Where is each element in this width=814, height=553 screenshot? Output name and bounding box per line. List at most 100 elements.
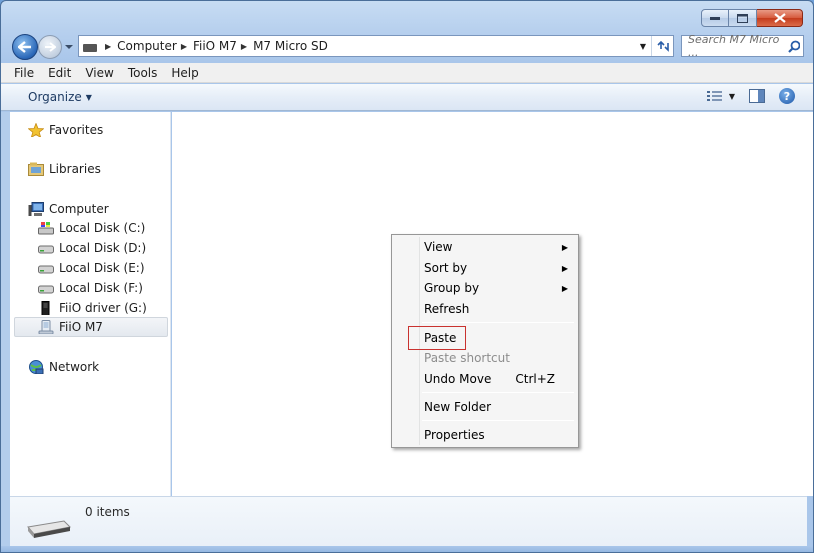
context-menu-refresh-label: Refresh bbox=[424, 302, 470, 316]
context-menu-paste-shortcut-label: Paste shortcut bbox=[424, 351, 510, 365]
nav-drive-f[interactable]: Local Disk (F:) bbox=[38, 278, 143, 298]
submenu-arrow-icon: ▶ bbox=[561, 283, 568, 293]
context-menu-view[interactable]: View ▶ bbox=[395, 237, 575, 257]
menu-file[interactable]: File bbox=[7, 66, 41, 80]
nav-drive-c[interactable]: Local Disk (C:) bbox=[38, 218, 145, 238]
menu-tools[interactable]: Tools bbox=[121, 66, 165, 80]
close-icon bbox=[773, 13, 786, 23]
hard-drive-icon bbox=[38, 285, 54, 294]
preview-pane-icon[interactable] bbox=[749, 89, 765, 103]
submenu-arrow-icon: ▶ bbox=[561, 242, 568, 252]
forward-arrow-icon bbox=[45, 42, 56, 52]
context-menu-properties-label: Properties bbox=[424, 428, 485, 442]
nav-network-label: Network bbox=[49, 360, 100, 374]
chevron-down-icon bbox=[65, 45, 73, 49]
breadcrumb-separator-icon[interactable]: ▶ bbox=[105, 42, 111, 51]
libraries-icon bbox=[28, 162, 44, 176]
minimize-icon bbox=[710, 17, 720, 20]
nav-drive-e[interactable]: Local Disk (E:) bbox=[38, 258, 145, 278]
undo-shortcut-text: Ctrl+Z bbox=[515, 372, 555, 386]
address-row: ▶ Computer ▶ FiiO M7 ▶ M7 Micro SD ▼ Sea… bbox=[1, 31, 813, 61]
nav-fiio-m7[interactable]: FiiO M7 bbox=[14, 317, 168, 337]
nav-drive-d[interactable]: Local Disk (D:) bbox=[38, 238, 146, 258]
breadcrumb-fiio-m7[interactable]: FiiO M7 bbox=[193, 39, 237, 53]
context-menu-sort-by[interactable]: Sort by ▶ bbox=[395, 258, 575, 278]
menu-bar: File Edit View Tools Help bbox=[1, 63, 813, 83]
close-button[interactable] bbox=[757, 9, 803, 27]
breadcrumb-m7-micro-sd[interactable]: M7 Micro SD bbox=[253, 39, 328, 53]
refresh-icon bbox=[656, 40, 669, 52]
minimize-button[interactable] bbox=[701, 9, 729, 27]
nav-libraries[interactable]: Libraries bbox=[28, 159, 101, 179]
chevron-down-icon: ▼ bbox=[85, 92, 92, 102]
breadcrumb-separator-icon[interactable]: ▶ bbox=[181, 42, 187, 51]
context-menu-separator bbox=[422, 392, 574, 393]
system-drive-icon bbox=[38, 222, 54, 235]
context-menu: View ▶ Sort by ▶ Group by ▶ Refresh Past… bbox=[391, 234, 579, 448]
maximize-button[interactable] bbox=[729, 9, 757, 27]
nav-network[interactable]: Network bbox=[28, 357, 99, 377]
star-icon bbox=[28, 123, 44, 137]
nav-drive-f-label: Local Disk (F:) bbox=[59, 281, 143, 295]
address-dropdown-icon[interactable]: ▼ bbox=[635, 42, 651, 51]
file-list-edge bbox=[807, 112, 813, 496]
context-menu-properties[interactable]: Properties bbox=[395, 425, 575, 445]
context-menu-sort-by-label: Sort by bbox=[424, 261, 468, 275]
search-placeholder: Search M7 Micro ... bbox=[688, 33, 780, 59]
menu-view[interactable]: View bbox=[78, 66, 120, 80]
organize-label: Organize bbox=[28, 90, 82, 104]
nav-favorites[interactable]: Favorites bbox=[28, 120, 103, 140]
portable-device-icon bbox=[38, 320, 54, 334]
hard-drive-icon bbox=[38, 245, 54, 254]
refresh-button[interactable] bbox=[651, 36, 673, 56]
help-icon[interactable]: ? bbox=[779, 88, 795, 104]
back-button[interactable] bbox=[12, 34, 38, 60]
back-arrow-icon bbox=[18, 41, 31, 53]
context-menu-paste-shortcut: Paste shortcut bbox=[395, 348, 575, 368]
removable-drive-icon bbox=[27, 520, 72, 538]
device-drive-icon bbox=[41, 301, 50, 315]
submenu-arrow-icon: ▶ bbox=[561, 263, 568, 273]
context-menu-undo-move[interactable]: Undo Move Ctrl+Z bbox=[395, 369, 575, 389]
navigation-pane: Favorites Libraries Computer Local Disk … bbox=[10, 112, 171, 496]
context-menu-group-by[interactable]: Group by ▶ bbox=[395, 278, 575, 298]
items-count: 0 items bbox=[85, 505, 130, 519]
window-frame-bottom bbox=[1, 546, 813, 552]
view-options-icon bbox=[706, 91, 722, 101]
context-menu-new-folder-label: New Folder bbox=[424, 400, 492, 414]
computer-icon bbox=[28, 202, 44, 216]
breadcrumb-separator-icon[interactable]: ▶ bbox=[241, 42, 247, 51]
address-bar[interactable]: ▶ Computer ▶ FiiO M7 ▶ M7 Micro SD ▼ bbox=[78, 35, 674, 57]
forward-button[interactable] bbox=[38, 35, 62, 59]
nav-drive-c-label: Local Disk (C:) bbox=[59, 221, 146, 235]
context-menu-new-folder[interactable]: New Folder bbox=[395, 397, 575, 417]
chevron-down-icon: ▼ bbox=[728, 91, 735, 101]
context-menu-separator bbox=[422, 322, 574, 323]
caption-buttons bbox=[701, 9, 803, 27]
context-menu-view-label: View bbox=[424, 240, 453, 254]
menu-edit[interactable]: Edit bbox=[41, 66, 78, 80]
nav-computer[interactable]: Computer bbox=[28, 199, 109, 219]
nav-drive-g-label: FiiO driver (G:) bbox=[59, 301, 147, 315]
details-pane: 0 items bbox=[10, 496, 807, 546]
breadcrumb-computer[interactable]: Computer bbox=[117, 39, 177, 53]
context-menu-group-by-label: Group by bbox=[424, 281, 480, 295]
nav-libraries-label: Libraries bbox=[49, 162, 101, 176]
context-menu-undo-move-label: Undo Move bbox=[424, 372, 492, 386]
nav-drive-g[interactable]: FiiO driver (G:) bbox=[38, 298, 147, 318]
nav-fiio-m7-label: FiiO M7 bbox=[59, 320, 103, 334]
context-menu-refresh[interactable]: Refresh bbox=[395, 299, 575, 319]
nav-computer-label: Computer bbox=[49, 202, 109, 216]
maximize-icon bbox=[737, 13, 748, 23]
change-view-button[interactable]: ▼ bbox=[706, 90, 735, 102]
search-icon[interactable] bbox=[787, 40, 800, 53]
nav-drive-e-label: Local Disk (E:) bbox=[59, 261, 145, 275]
recent-pages-dropdown[interactable] bbox=[64, 39, 74, 53]
window-frame-left bbox=[1, 112, 10, 546]
menu-help[interactable]: Help bbox=[164, 66, 205, 80]
nav-drive-d-label: Local Disk (D:) bbox=[59, 241, 147, 255]
network-icon bbox=[29, 360, 44, 374]
organize-button[interactable]: Organize ▼ bbox=[28, 90, 92, 104]
paste-highlight-box bbox=[408, 326, 466, 350]
search-input[interactable]: Search M7 Micro ... bbox=[681, 33, 804, 59]
